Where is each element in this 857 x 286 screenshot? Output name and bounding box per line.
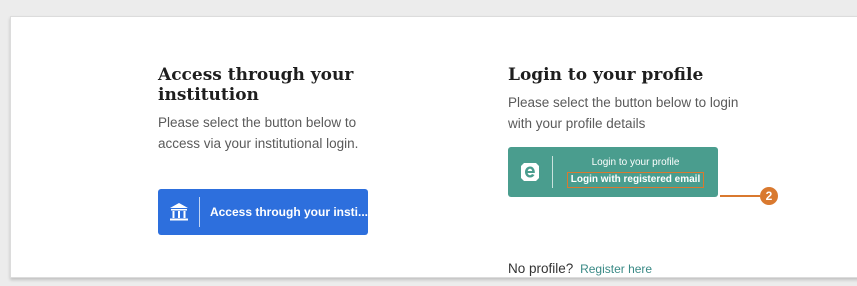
access-institution-label: Access through your insti... (209, 205, 368, 219)
login-profile-label: Login to your profile (591, 156, 680, 168)
login-options-card: Access through your institution Please s… (10, 16, 857, 278)
access-institution-button[interactable]: Access through your insti... (158, 189, 368, 235)
callout-connector-line (720, 195, 760, 197)
login-profile-text: Login to your profile Login with registe… (553, 157, 718, 188)
institution-heading: Access through your institution (158, 65, 354, 105)
no-profile-text: No profile? (508, 261, 574, 276)
profile-section: Login to your profile Please select the … (508, 65, 748, 276)
bank-building-icon (158, 189, 199, 235)
institution-description: Please select the button below to access… (158, 115, 359, 151)
profile-description: Please select the button below to login … (508, 95, 739, 131)
profile-heading: Login to your profile (508, 65, 704, 85)
register-here-link[interactable]: Register here (580, 262, 652, 276)
login-profile-button[interactable]: Login to your profile Login with registe… (508, 147, 718, 197)
no-profile-row: No profile? Register here (508, 261, 652, 276)
institution-section: Access through your institution Please s… (158, 65, 388, 235)
callout-number-badge: 2 (760, 187, 778, 205)
e-logo-icon (508, 147, 552, 197)
login-registered-email-label: Login with registered email (566, 171, 705, 188)
